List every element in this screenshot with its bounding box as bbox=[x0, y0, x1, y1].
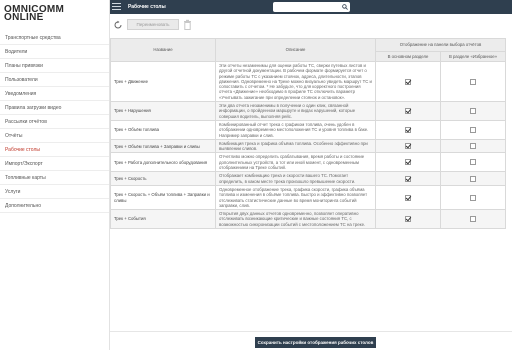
main-section-checkbox[interactable] bbox=[405, 143, 411, 150]
favorites-checkbox[interactable] bbox=[470, 143, 476, 150]
dashboards-table-container: Название Описание Отображение на панели … bbox=[110, 38, 512, 331]
main-section-checkbox-cell bbox=[375, 209, 441, 230]
favorites-checkbox-cell bbox=[440, 138, 506, 154]
main-section-checkbox-cell bbox=[375, 171, 441, 186]
dashboards-table: Название Описание Отображение на панели … bbox=[110, 38, 506, 230]
toolbar: Переименовать bbox=[110, 14, 512, 36]
dashboard-name: Трек + Движение bbox=[110, 60, 216, 103]
save-settings-button[interactable]: Сохранить настройки отображения рабочих … bbox=[255, 337, 376, 348]
favorites-checkbox-cell bbox=[440, 171, 506, 186]
main-section-checkbox[interactable] bbox=[405, 194, 411, 201]
col-header-main-section: В основном разделе bbox=[375, 51, 441, 62]
search-icon[interactable] bbox=[342, 4, 348, 10]
table-row[interactable]: Трек + Работа дополнительного оборудован… bbox=[110, 152, 506, 173]
dashboard-description: Отчетливо можно определить срабатывания,… bbox=[215, 152, 376, 173]
favorites-checkbox-cell bbox=[440, 152, 506, 173]
refresh-icon[interactable] bbox=[113, 20, 123, 30]
main-section-checkbox[interactable] bbox=[405, 78, 411, 85]
main-section-checkbox[interactable] bbox=[405, 159, 411, 166]
search-input[interactable] bbox=[273, 2, 350, 12]
sidebar-item[interactable]: Дополнительно bbox=[0, 199, 109, 213]
dashboard-description: Эти отчеты незаменимы для оценки работы … bbox=[215, 60, 376, 103]
page-title: Рабочие столы bbox=[128, 4, 166, 10]
favorites-checkbox[interactable] bbox=[470, 175, 476, 182]
dashboard-name: Трек + Скорость bbox=[110, 171, 216, 186]
favorites-checkbox-cell bbox=[440, 60, 506, 103]
rename-button[interactable]: Переименовать bbox=[127, 19, 179, 30]
main-section-checkbox-cell bbox=[375, 101, 441, 121]
dashboard-name: Трек + Нарушения bbox=[110, 101, 216, 121]
main-section-checkbox[interactable] bbox=[405, 216, 411, 223]
main-section-checkbox[interactable] bbox=[405, 126, 411, 133]
favorites-checkbox-cell bbox=[440, 209, 506, 230]
table-row[interactable]: Трек + Скорость + Объём топлива + Заправ… bbox=[110, 184, 506, 211]
dashboard-description: Отображает комбинацию трека и скорости в… bbox=[215, 171, 376, 186]
col-header-name: Название bbox=[110, 38, 216, 62]
favorites-checkbox-cell bbox=[440, 184, 506, 211]
favorites-checkbox-cell bbox=[440, 119, 506, 140]
logo-line2: ONLINE bbox=[4, 12, 44, 23]
sidebar-item[interactable]: Рабочие столы bbox=[0, 143, 109, 157]
favorites-checkbox[interactable] bbox=[470, 194, 476, 201]
dashboard-description: Комбинированный отчет трека с графиком т… bbox=[215, 119, 376, 140]
sidebar-item[interactable]: Уведомления bbox=[0, 87, 109, 101]
sidebar-item[interactable]: Услуги bbox=[0, 185, 109, 199]
favorites-checkbox[interactable] bbox=[470, 216, 476, 223]
sidebar-item[interactable]: Правила загрузки видео bbox=[0, 101, 109, 115]
dashboard-name: Трек + События bbox=[110, 209, 216, 230]
dashboard-name: Трек + Объём топлива + Заправки и сливы bbox=[110, 138, 216, 154]
favorites-checkbox-cell bbox=[440, 101, 506, 121]
sidebar-menu: Транспортные средства Водители Планы привя… bbox=[0, 31, 109, 213]
bottom-bar: Сохранить настройки отображения рабочих … bbox=[110, 331, 512, 350]
table-row[interactable]: Трек + События Открытия двух данных отчет… bbox=[110, 209, 506, 230]
sidebar: OMNICOMM ONLINE Транспортные средства Вод… bbox=[0, 0, 110, 350]
dashboard-description: Открытия двух данных отчетов одновременн… bbox=[215, 209, 376, 230]
dashboard-description: Эти два отчета незаменимы в получении о … bbox=[215, 101, 376, 121]
col-header-favorites: В разделе «Избранное» bbox=[440, 51, 506, 62]
dashboard-description: Комбинация трека и графика объёма топлив… bbox=[215, 138, 376, 154]
main-section-checkbox[interactable] bbox=[405, 108, 411, 115]
favorites-checkbox[interactable] bbox=[470, 159, 476, 166]
sidebar-item[interactable]: Пользователи bbox=[0, 73, 109, 87]
dashboard-name: Трек + Работа дополнительного оборудован… bbox=[110, 152, 216, 173]
main-section-checkbox-cell bbox=[375, 184, 441, 211]
favorites-checkbox[interactable] bbox=[470, 78, 476, 85]
trash-icon[interactable] bbox=[183, 19, 192, 30]
sidebar-item[interactable]: Топливные карты bbox=[0, 171, 109, 185]
main-section-checkbox-cell bbox=[375, 60, 441, 103]
table-row[interactable]: Трек + Движение Эти отчеты незаменимы для… bbox=[110, 60, 506, 103]
main-section-checkbox-cell bbox=[375, 119, 441, 140]
topbar: Рабочие столы bbox=[110, 0, 512, 14]
table-body: Трек + Движение Эти отчеты незаменимы для… bbox=[110, 60, 506, 230]
col-header-description: Описание bbox=[215, 38, 376, 62]
col-header-group: Отображение на панели выбора отчётов bbox=[375, 38, 506, 52]
table-row[interactable]: Трек + Объём топлива Комбинированный отче… bbox=[110, 119, 506, 140]
main-section-checkbox[interactable] bbox=[405, 175, 411, 182]
sidebar-item[interactable]: Транспортные средства bbox=[0, 31, 109, 45]
sidebar-item[interactable]: Рассылки отчётов bbox=[0, 115, 109, 129]
main-section-checkbox-cell bbox=[375, 152, 441, 173]
sidebar-item[interactable]: Импорт/Экспорт bbox=[0, 157, 109, 171]
sidebar-item[interactable]: Планы привязки bbox=[0, 59, 109, 73]
menu-collapse-icon[interactable] bbox=[112, 3, 121, 11]
logo[interactable]: OMNICOMM ONLINE bbox=[0, 0, 109, 28]
main-section-checkbox-cell bbox=[375, 138, 441, 154]
dashboard-name: Трек + Скорость + Объём топлива + Заправ… bbox=[110, 184, 216, 211]
table-row[interactable]: Трек + Нарушения Эти два отчета незаменим… bbox=[110, 101, 506, 121]
sidebar-item[interactable]: Отчёты bbox=[0, 129, 109, 143]
dashboard-name: Трек + Объём топлива bbox=[110, 119, 216, 140]
favorites-checkbox[interactable] bbox=[470, 126, 476, 133]
favorites-checkbox[interactable] bbox=[470, 108, 476, 115]
dashboard-description: Одновременное отображение трека, графика… bbox=[215, 184, 376, 211]
sidebar-item[interactable]: Водители bbox=[0, 45, 109, 59]
table-row[interactable]: Трек + Скорость Отображает комбинацию тре… bbox=[110, 171, 506, 186]
table-row[interactable]: Трек + Объём топлива + Заправки и сливы К… bbox=[110, 138, 506, 154]
